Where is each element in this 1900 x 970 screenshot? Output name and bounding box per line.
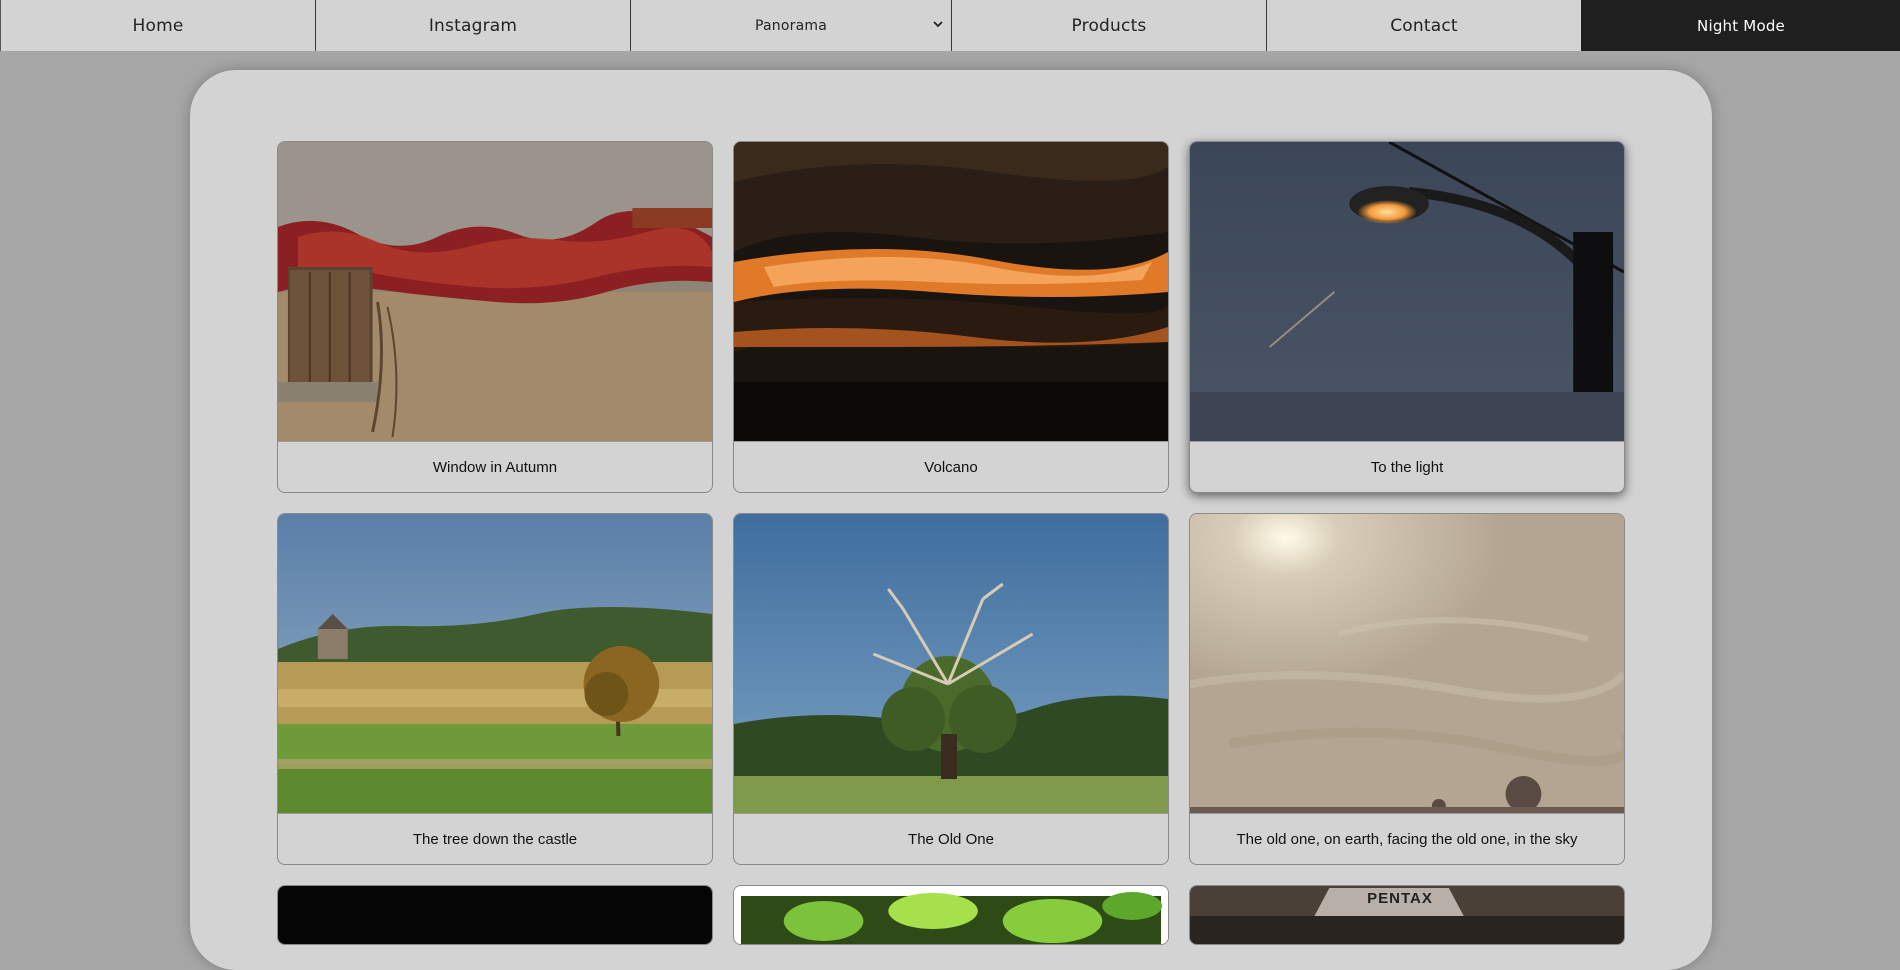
photo-tree-down-the-castle	[278, 514, 712, 813]
card-caption: To the light	[1190, 441, 1624, 492]
nav-products-link[interactable]: Products	[951, 0, 1266, 51]
panorama-select-value: Panorama	[755, 17, 827, 34]
gallery-card-the-old-one[interactable]: The Old One	[733, 513, 1169, 865]
card-caption: The old one, on earth, facing the old on…	[1190, 813, 1624, 864]
top-nav: Home Instagram Panorama Products Contact…	[0, 0, 1900, 51]
gallery-card-to-the-light[interactable]: To the light	[1189, 141, 1625, 493]
photo-night-sky	[278, 886, 712, 944]
gallery-panel: Window in Autumn Volcano To the light Th…	[190, 70, 1712, 970]
gallery-card-old-one-facing-sky[interactable]: The old one, on earth, facing the old on…	[1189, 513, 1625, 865]
gallery-card-row3-2[interactable]	[733, 885, 1169, 945]
card-caption: Window in Autumn	[278, 441, 712, 492]
photo-to-the-light	[1190, 142, 1624, 441]
photo-the-old-one	[734, 514, 1168, 813]
card-caption: The Old One	[734, 813, 1168, 864]
photo-volcano	[734, 142, 1168, 441]
chevron-down-icon	[933, 21, 943, 28]
photo-old-one-facing-sky	[1190, 514, 1624, 813]
card-caption: Volcano	[734, 441, 1168, 492]
nav-instagram-link[interactable]: Instagram	[315, 0, 630, 51]
night-mode-button[interactable]: Night Mode	[1581, 0, 1900, 51]
nav-home-link[interactable]: Home	[0, 0, 315, 51]
panorama-select[interactable]: Panorama	[630, 0, 951, 51]
gallery-card-row3-3[interactable]: PENTAX	[1189, 885, 1625, 945]
photo-window-in-autumn	[278, 142, 712, 441]
pentax-label: PENTAX	[1367, 890, 1433, 907]
card-caption: The tree down the castle	[278, 813, 712, 864]
nav-contact-link[interactable]: Contact	[1266, 0, 1581, 51]
gallery-card-tree-down-the-castle[interactable]: The tree down the castle	[277, 513, 713, 865]
gallery-card-volcano[interactable]: Volcano	[733, 141, 1169, 493]
gallery-card-window-in-autumn[interactable]: Window in Autumn	[277, 141, 713, 493]
photo-succulent	[734, 886, 1168, 944]
gallery-card-row3-1[interactable]	[277, 885, 713, 945]
